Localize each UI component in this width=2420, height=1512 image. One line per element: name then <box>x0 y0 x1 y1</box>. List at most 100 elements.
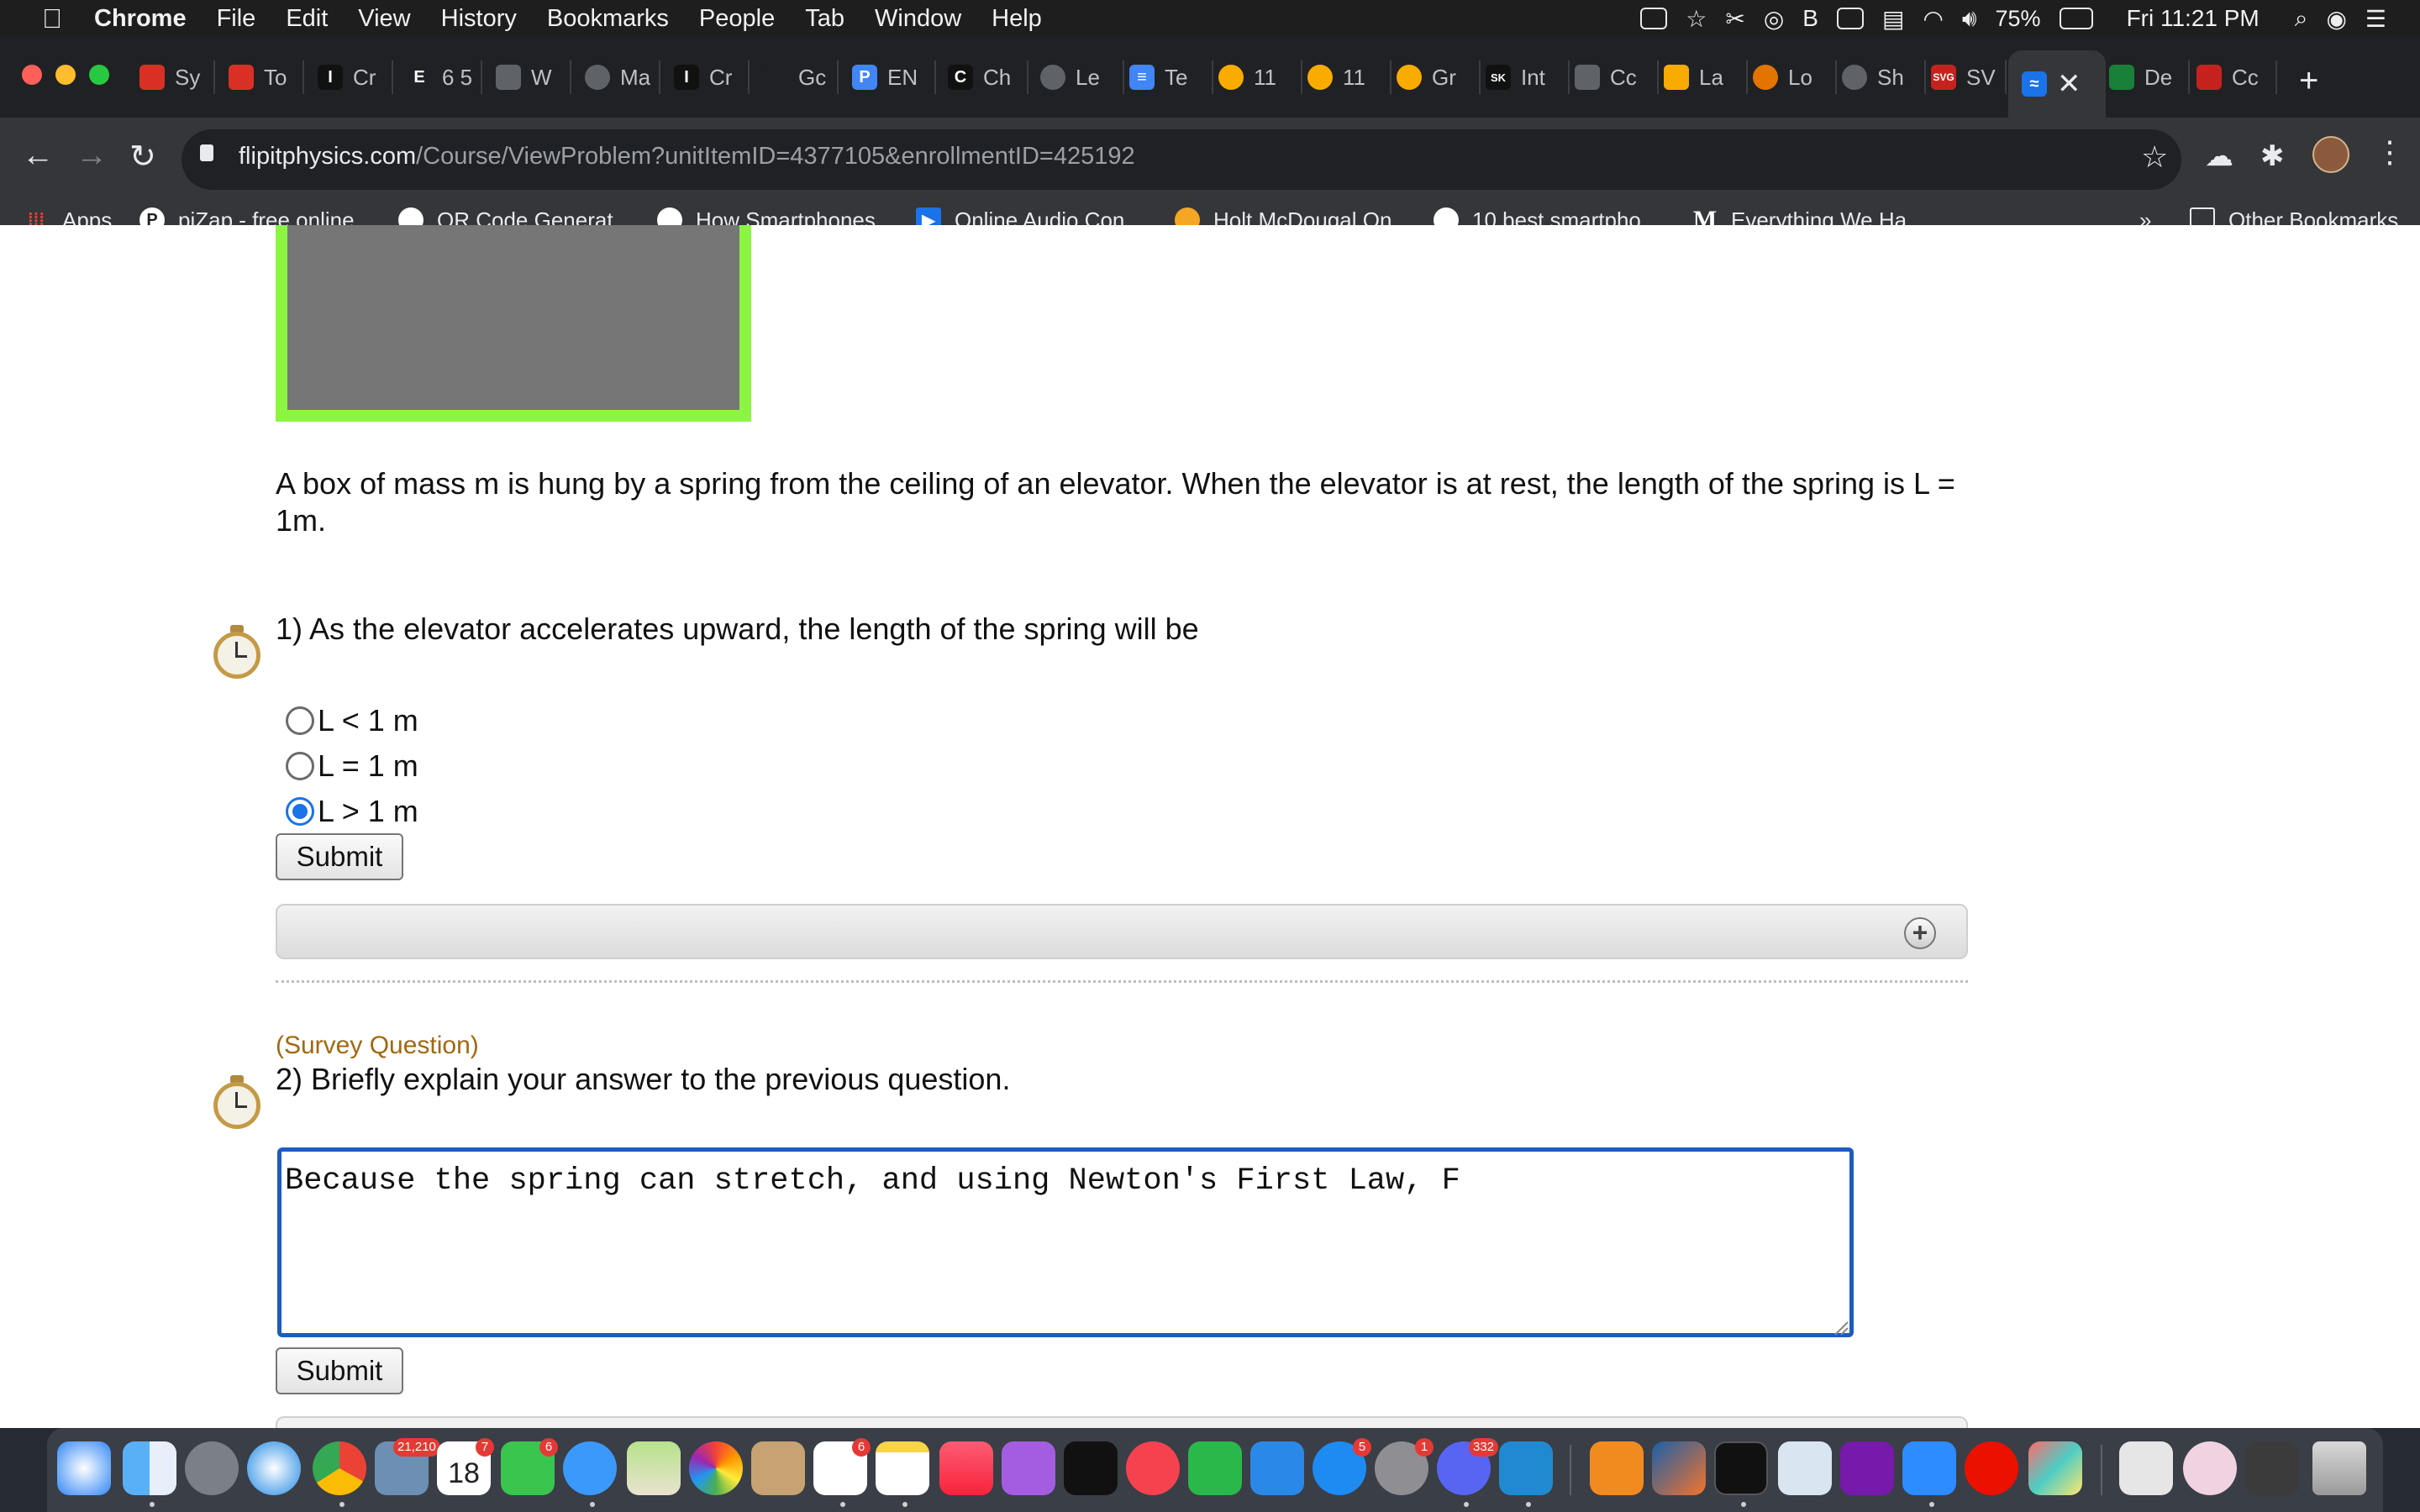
menu-people[interactable]: People <box>699 5 775 33</box>
screenshot-file-icon[interactable] <box>2245 1441 2299 1495</box>
memory-icon[interactable] <box>1836 8 1864 29</box>
close-window-button[interactable] <box>22 65 42 85</box>
option-equal[interactable]: L = 1 m <box>286 746 418 786</box>
browser-tab[interactable]: To <box>229 60 304 94</box>
browser-tab[interactable]: C Ch <box>948 60 1028 94</box>
menu-view[interactable]: View <box>358 5 410 33</box>
notification-center-icon[interactable]: ☰ <box>2365 5 2386 33</box>
chrome-icon[interactable] <box>313 1441 366 1495</box>
apple-menu-icon[interactable]:  <box>35 3 69 34</box>
maps-icon[interactable] <box>627 1441 681 1495</box>
browser-tab[interactable]: SK Int <box>1486 60 1570 94</box>
radio-button[interactable] <box>286 706 314 735</box>
trash-icon[interactable] <box>2312 1441 2366 1495</box>
forward-arrow-icon[interactable]: → <box>76 138 108 174</box>
creative-cloud-dock-icon[interactable] <box>1965 1441 2018 1495</box>
more-menu-icon[interactable]: ⋮ <box>2375 134 2405 170</box>
url-text[interactable]: flipitphysics.com/Course/ViewProblem?uni… <box>239 143 1135 171</box>
extension-cloud-icon[interactable]: ☁ <box>2205 139 2233 173</box>
new-tab-button[interactable]: + <box>2299 62 2318 100</box>
launchpad-icon[interactable] <box>185 1441 239 1495</box>
resize-grip-icon[interactable] <box>1832 1319 1849 1336</box>
menu-edit[interactable]: Edit <box>286 5 328 33</box>
hint-expander-bar[interactable]: + <box>276 904 1968 959</box>
books-icon[interactable] <box>1590 1441 1644 1495</box>
browser-tab[interactable]: P EN <box>852 60 936 94</box>
bi-icon[interactable]: B <box>1802 5 1818 32</box>
browser-tab[interactable]: I Cr <box>318 60 393 94</box>
safari-icon[interactable] <box>57 1441 111 1495</box>
news-icon[interactable] <box>1126 1441 1180 1495</box>
bookmark-star-icon[interactable]: ☆ <box>2141 139 2168 175</box>
browser-tab[interactable]: Ma <box>585 60 660 94</box>
browser-tab[interactable]: Gc <box>763 60 839 94</box>
profile-avatar[interactable] <box>2312 136 2349 173</box>
browser-tab[interactable]: Lo <box>1753 60 1837 94</box>
notes-icon[interactable] <box>876 1441 929 1495</box>
address-bar[interactable]: flipitphysics.com/Course/ViewProblem?uni… <box>182 129 2181 190</box>
browser-tab[interactable]: Le <box>1040 60 1124 94</box>
menu-help[interactable]: Help <box>992 5 1042 33</box>
browser-tab[interactable]: 11 <box>1218 60 1302 94</box>
menu-chrome[interactable]: Chrome <box>94 5 187 33</box>
browser-tab[interactable]: W <box>496 60 571 94</box>
creative-cloud-icon[interactable]: ◎ <box>1764 5 1784 33</box>
browser-tab[interactable]: Cc <box>1575 60 1659 94</box>
browser-tab[interactable]: Sy <box>139 60 215 94</box>
keynote-icon[interactable] <box>1250 1441 1304 1495</box>
vscode-icon[interactable] <box>1499 1441 1553 1495</box>
zoom-icon[interactable] <box>1902 1441 1956 1495</box>
quicktime-file-icon[interactable] <box>2119 1441 2173 1495</box>
screen-record-icon[interactable] <box>1640 8 1668 29</box>
apple-tv-icon[interactable] <box>1064 1441 1118 1495</box>
numbers-icon[interactable] <box>1188 1441 1242 1495</box>
zoom-window-button[interactable] <box>89 65 109 85</box>
browser-tab[interactable]: SVG SV <box>1931 60 2007 94</box>
submit-button-q1[interactable]: Submit <box>276 833 403 880</box>
option-less-than[interactable]: L < 1 m <box>286 701 418 741</box>
messages-icon[interactable] <box>563 1441 617 1495</box>
sheep-file-icon[interactable] <box>2183 1441 2237 1495</box>
us-flag-icon[interactable]: ▤ <box>1882 5 1904 33</box>
browser-tab[interactable]: La <box>1664 60 1748 94</box>
matlab-icon[interactable] <box>1652 1441 1706 1495</box>
contacts-icon[interactable] <box>751 1441 805 1495</box>
reload-icon[interactable]: ↻ <box>129 138 156 176</box>
menu-window[interactable]: Window <box>875 5 961 33</box>
browser-tab[interactable]: I Cr <box>674 60 750 94</box>
option-greater-than[interactable]: L > 1 m <box>286 791 418 832</box>
close-tab-icon[interactable]: ✕ <box>2057 67 2081 101</box>
menu-tab[interactable]: Tab <box>805 5 844 33</box>
browser-tab-active[interactable]: ≈ ✕ <box>2008 50 2106 118</box>
podcasts-icon[interactable] <box>1002 1441 1055 1495</box>
scissors-icon[interactable]: ✂ <box>1725 5 1744 33</box>
browser-tab[interactable]: Cc <box>2196 60 2277 94</box>
battery-icon[interactable] <box>2059 8 2093 29</box>
radio-button-selected[interactable] <box>286 797 314 826</box>
browser-tab[interactable]: 11 <box>1307 60 1392 94</box>
minimize-window-button[interactable] <box>55 65 76 85</box>
photos-icon[interactable] <box>689 1441 743 1495</box>
submit-button-q2[interactable]: Submit <box>276 1347 403 1394</box>
finder-icon[interactable] <box>123 1441 176 1495</box>
browser-tab[interactable]: De <box>2109 60 2190 94</box>
menu-bookmarks[interactable]: Bookmarks <box>547 5 669 33</box>
cube-app-icon[interactable] <box>2028 1441 2082 1495</box>
back-arrow-icon[interactable]: ← <box>22 138 54 174</box>
expand-plus-icon[interactable]: + <box>1904 917 1936 949</box>
onenote-icon[interactable] <box>1840 1441 1894 1495</box>
hint-expander-bar-partial[interactable] <box>276 1416 1968 1428</box>
battery-percent[interactable]: 75% <box>1996 6 2041 32</box>
wifi-icon[interactable]: ◠ <box>1923 5 1943 33</box>
volume-icon[interactable]: 🔊︎ <box>1962 5 1977 33</box>
browser-tab[interactable]: Sh <box>1842 60 1926 94</box>
explanation-textarea[interactable]: Because the spring can stretch, and usin… <box>277 1147 1854 1337</box>
menu-file[interactable]: File <box>217 5 256 33</box>
spotlight-icon[interactable]: ⌕ <box>2295 5 2308 33</box>
preview-icon[interactable] <box>1778 1441 1832 1495</box>
extensions-puzzle-icon[interactable]: ✱ <box>2260 139 2285 173</box>
terminal-icon[interactable] <box>1714 1441 1768 1495</box>
browser-tab[interactable]: Gr <box>1397 60 1481 94</box>
menu-history[interactable]: History <box>441 5 517 33</box>
browser-tab[interactable]: ≡ Te <box>1129 60 1213 94</box>
